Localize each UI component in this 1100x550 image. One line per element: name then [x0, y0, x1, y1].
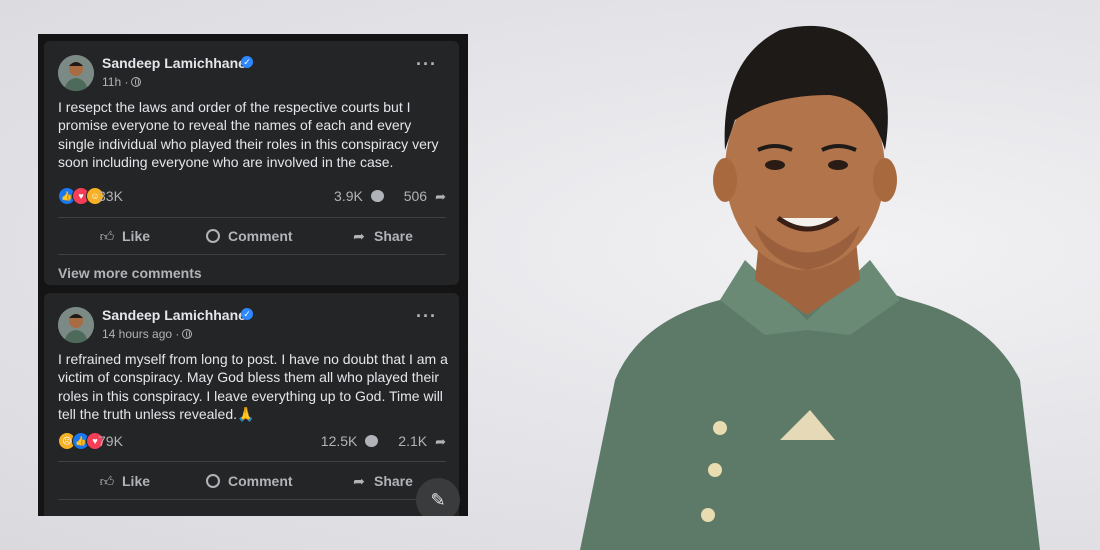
timestamp[interactable]: 14 hours ago ·	[102, 327, 179, 341]
engagement-counts: 3.9K 506 ➦	[318, 187, 446, 206]
action-bar: 👍︎ Like Comment ➦ Share	[58, 463, 446, 499]
share-button[interactable]: ➦ Share	[350, 218, 413, 254]
comment-count[interactable]: 12.5K	[313, 433, 379, 449]
post-card: Sandeep Lamichhane ✓ 14 hours ago · ··· …	[44, 293, 459, 516]
thumbs-up-icon: 👍︎	[99, 473, 115, 489]
person-photo	[520, 0, 1100, 550]
share-icon: ➦	[435, 189, 446, 204]
comment-label: Comment	[228, 473, 293, 489]
post-time[interactable]: 14 hours ago ·	[102, 327, 193, 341]
reaction-summary[interactable]: ☹ 👍 ♥ 79K 12.5K 2.1K ➦	[58, 432, 446, 450]
reaction-count[interactable]: 79K	[98, 432, 123, 450]
globe-icon	[182, 329, 193, 339]
share-label: Share	[374, 473, 413, 489]
comment-icon	[370, 190, 384, 202]
like-label: Like	[122, 228, 151, 244]
more-options-icon[interactable]: ···	[416, 307, 437, 325]
action-bar: 👍︎ Like Comment ➦ Share	[58, 218, 446, 254]
share-icon: ➦	[353, 228, 365, 244]
more-options-icon[interactable]: ···	[416, 55, 437, 73]
post-time[interactable]: 11h ·	[102, 75, 142, 89]
comment-icon	[206, 229, 220, 243]
view-more-comments-link[interactable]: View more comments	[58, 265, 202, 281]
like-button[interactable]: 👍︎ Like	[98, 463, 150, 499]
divider	[58, 461, 446, 462]
timestamp[interactable]: 11h ·	[102, 75, 128, 89]
thumbs-up-icon: 👍︎	[99, 228, 115, 244]
author-name[interactable]: Sandeep Lamichhane	[102, 55, 246, 71]
comment-button[interactable]: Comment	[206, 463, 293, 499]
avatar[interactable]	[58, 307, 94, 343]
share-icon: ➦	[435, 434, 446, 449]
post-card: Sandeep Lamichhane ✓ 11h · ··· I resepct…	[44, 41, 459, 285]
author-name[interactable]: Sandeep Lamichhane	[102, 307, 246, 323]
comment-count-value: 12.5K	[320, 433, 358, 449]
share-count[interactable]: 2.1K ➦	[390, 433, 446, 449]
compose-icon[interactable]: ✎	[416, 478, 460, 516]
share-count-value: 2.1K	[398, 433, 428, 449]
verified-badge-icon: ✓	[241, 56, 253, 68]
avatar[interactable]	[58, 55, 94, 91]
reaction-icons: 👍 ♥ ☺	[58, 187, 104, 205]
post-text: I refrained myself from long to post. I …	[58, 351, 448, 423]
share-button[interactable]: ➦ Share	[350, 463, 413, 499]
comment-count[interactable]: 3.9K	[326, 188, 384, 204]
engagement-counts: 12.5K 2.1K ➦	[305, 432, 446, 451]
post-text: I resepct the laws and order of the resp…	[58, 99, 439, 171]
facebook-screenshot: Sandeep Lamichhane ✓ 11h · ··· I resepct…	[38, 34, 468, 516]
like-button[interactable]: 👍︎ Like	[98, 218, 150, 254]
divider	[58, 254, 446, 255]
reaction-summary[interactable]: 👍 ♥ ☺ 33K 3.9K 506 ➦	[58, 187, 446, 205]
comment-icon	[206, 474, 220, 488]
verified-badge-icon: ✓	[241, 308, 253, 320]
share-label: Share	[374, 228, 413, 244]
comment-label: Comment	[228, 228, 293, 244]
share-count[interactable]: 506 ➦	[396, 188, 446, 204]
comment-count-value: 3.9K	[334, 188, 363, 204]
divider	[58, 499, 446, 500]
like-label: Like	[122, 473, 151, 489]
comment-button[interactable]: Comment	[206, 218, 293, 254]
comment-icon	[365, 435, 379, 447]
globe-icon	[131, 77, 142, 87]
share-icon: ➦	[353, 473, 365, 489]
reaction-icons: ☹ 👍 ♥	[58, 432, 104, 450]
share-count-value: 506	[403, 188, 428, 204]
reaction-count[interactable]: 33K	[98, 187, 123, 205]
